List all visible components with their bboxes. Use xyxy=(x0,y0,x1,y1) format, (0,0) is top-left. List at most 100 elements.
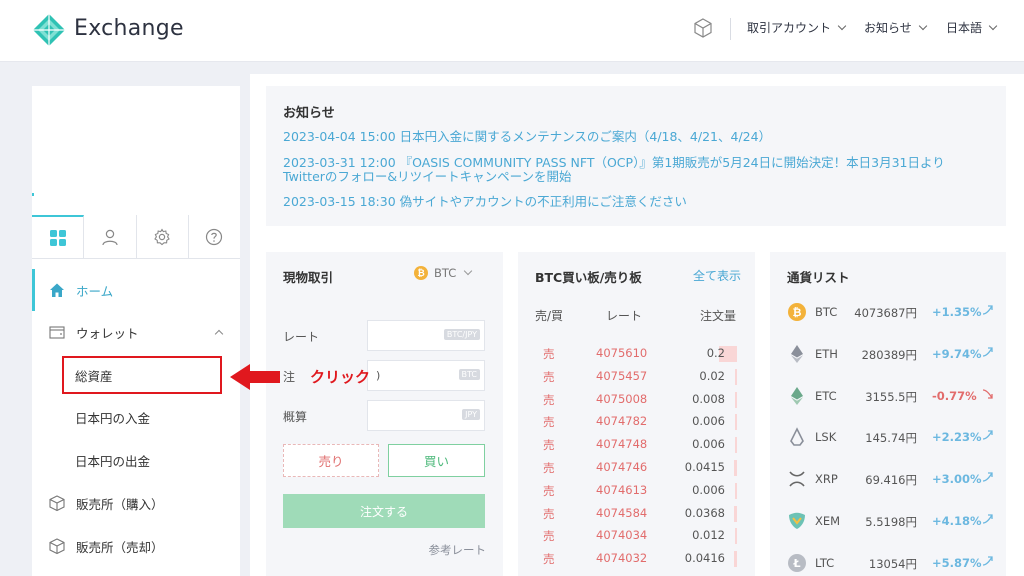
orderbook-row[interactable]: 売 4074584 0.0368 xyxy=(518,503,753,525)
notice-title: お知らせ xyxy=(283,106,335,121)
trend-up-icon xyxy=(982,304,994,319)
orderbook-row[interactable]: 売 4074782 0.006 xyxy=(518,411,753,433)
header-divider xyxy=(730,18,731,40)
tab-help[interactable] xyxy=(189,215,240,258)
currency-row[interactable]: LSK 145.74円 +2.23% xyxy=(770,417,1005,459)
cube-icon[interactable] xyxy=(692,17,714,39)
order-rate: 4074782 xyxy=(596,414,648,429)
highlight-box xyxy=(62,356,222,394)
sidebar-item-label: ホーム xyxy=(76,283,114,299)
currency-symbol: LTC xyxy=(815,555,835,570)
qty-input[interactable]: ) BTC xyxy=(367,360,485,391)
order-side: 売 xyxy=(543,347,555,361)
currency-price: 145.74円 xyxy=(865,431,917,446)
notice-link[interactable]: 2023-03-15 18:30 偽サイトやアカウントの不正利用にご注意ください xyxy=(283,194,983,210)
brand-name[interactable]: Exchange xyxy=(74,16,184,41)
orderbook-row[interactable]: 売 4074034 0.012 xyxy=(518,525,753,547)
reference-rate-link[interactable]: 参考レート xyxy=(429,542,487,558)
currency-list-card: 通貨リスト ₿ BTC 4073687円 +1.35% ETH 280389円 +9.74%… xyxy=(770,252,1006,576)
currency-price: 13054円 xyxy=(868,556,917,571)
language-menu[interactable]: 日本語 xyxy=(946,19,998,36)
orderbook-row[interactable]: 売 4075457 0.02 xyxy=(518,366,753,388)
depth-bar xyxy=(734,551,737,568)
sidebar-item-home[interactable]: ホーム xyxy=(32,269,240,311)
trading-account-menu[interactable]: 取引アカウント xyxy=(747,19,847,36)
click-annotation: クリック xyxy=(310,368,371,386)
annotation-arrow-icon xyxy=(230,364,280,390)
chevron-down-icon xyxy=(837,21,847,30)
order-rate: 4074748 xyxy=(596,437,648,452)
column-header-rate: レート xyxy=(606,309,643,323)
coin-select[interactable]: ₿ BTC xyxy=(414,266,473,280)
depth-bar xyxy=(735,482,737,499)
depth-bar xyxy=(734,505,737,522)
order-rate: 4074034 xyxy=(596,528,648,543)
order-side: 売 xyxy=(543,483,555,498)
orderbook-row[interactable]: 売 4074748 0.006 xyxy=(518,434,753,456)
order-qty: 0.006 xyxy=(692,482,725,497)
rate-unit: BTC/JPY xyxy=(443,329,480,340)
sidebar-item-label: 日本円の入金 xyxy=(75,410,151,426)
order-qty: 0.0415 xyxy=(684,460,725,474)
show-all-link[interactable]: 全て表示 xyxy=(693,267,741,284)
orderbook-card: BTC買い板/売り板 全て表示 売/買 レート 注文量 売 4075610 0.2 売… xyxy=(518,252,755,576)
order-rate: 4074032 xyxy=(596,551,648,566)
currency-symbol: BTC xyxy=(815,305,838,319)
orderbook-row[interactable]: 売 4075610 0.2 xyxy=(518,343,753,365)
currency-price: 280389円 xyxy=(861,347,917,362)
sidebar-item-jpy-withdraw[interactable]: 日本円の出金 xyxy=(32,439,240,481)
sidebar-item-label: 販売所（売却） xyxy=(76,539,164,555)
sidebar-item-buy-shop[interactable]: 販売所（購入） xyxy=(32,482,240,524)
order-rate: 4075008 xyxy=(596,391,648,406)
orderbook-row[interactable]: 売 4075008 0.008 xyxy=(518,389,753,411)
order-side: 売 xyxy=(543,415,555,430)
orderbook-row[interactable]: 売 4074746 0.0415 xyxy=(518,457,753,479)
tab-dashboard[interactable] xyxy=(32,215,85,258)
sidebar-tabs xyxy=(32,215,240,259)
estimate-input[interactable]: JPY xyxy=(367,400,485,431)
buy-button[interactable]: 買い xyxy=(388,444,485,477)
currency-row[interactable]: ETC 3155.5円 -0.77% xyxy=(770,376,1005,418)
currency-row[interactable]: ETH 280389円 +9.74% xyxy=(770,334,1005,376)
orderbook-row[interactable]: 売 4074032 0.0416 xyxy=(518,548,753,570)
column-header-side: 売/買 xyxy=(535,309,564,323)
trend-up-icon xyxy=(982,513,994,528)
help-icon xyxy=(206,228,223,245)
currency-row[interactable]: XRP 69.416円 +3.00% xyxy=(770,459,1005,501)
currency-change: +5.87% xyxy=(932,555,982,570)
currency-symbol: XEM xyxy=(815,514,841,528)
sidebar-marker xyxy=(32,193,34,196)
news-menu[interactable]: お知らせ xyxy=(864,19,928,36)
xrp-icon xyxy=(787,469,807,489)
notice-panel: お知らせ 2023-04-04 15:00 日本円入金に関するメンテナンスのご案… xyxy=(266,86,1006,226)
order-qty: 0.006 xyxy=(692,414,725,429)
exchange-logo-icon[interactable] xyxy=(32,13,66,47)
order-rate: 4075610 xyxy=(596,346,648,360)
place-order-button[interactable]: 注文する xyxy=(283,494,485,528)
tab-settings[interactable] xyxy=(137,215,189,258)
depth-bar xyxy=(735,437,737,454)
orderbook-row[interactable]: 売 4074613 0.006 xyxy=(518,480,753,502)
language-label: 日本語 xyxy=(946,21,983,35)
sidebar-item-jpy-deposit[interactable]: 日本円の入金 xyxy=(32,396,240,438)
sidebar-item-sell-shop[interactable]: 販売所（売却） xyxy=(32,525,240,567)
tab-account[interactable] xyxy=(84,215,137,258)
currency-change: -0.77% xyxy=(932,388,977,403)
rate-input[interactable]: BTC/JPY xyxy=(367,320,485,351)
trend-up-icon xyxy=(982,555,994,570)
estimate-unit: JPY xyxy=(462,409,480,420)
sidebar-item-wallet[interactable]: ウォレット xyxy=(32,311,240,353)
orderbook-title: BTC買い板/売り板 xyxy=(535,270,642,285)
currency-row[interactable]: XEM 5.5198円 +4.18% xyxy=(770,501,1005,543)
notice-link[interactable]: Twitterのフォロー&リツイートキャンペーンを開始 xyxy=(283,169,983,185)
currency-row[interactable]: Ł LTC 13054円 +5.87% xyxy=(770,543,1005,576)
order-qty: 0.0368 xyxy=(684,505,725,520)
eth-icon xyxy=(787,344,807,364)
order-qty: 0.006 xyxy=(692,437,725,452)
currency-price: 3155.5円 xyxy=(865,389,917,404)
currency-symbol: ETH xyxy=(815,346,838,361)
notice-link[interactable]: 2023-04-04 15:00 日本円入金に関するメンテナンスのご案内（4/1… xyxy=(283,129,983,145)
currency-change: +1.35% xyxy=(932,305,982,319)
sell-button[interactable]: 売り xyxy=(283,444,379,477)
currency-row[interactable]: ₿ BTC 4073687円 +1.35% xyxy=(770,292,1005,334)
